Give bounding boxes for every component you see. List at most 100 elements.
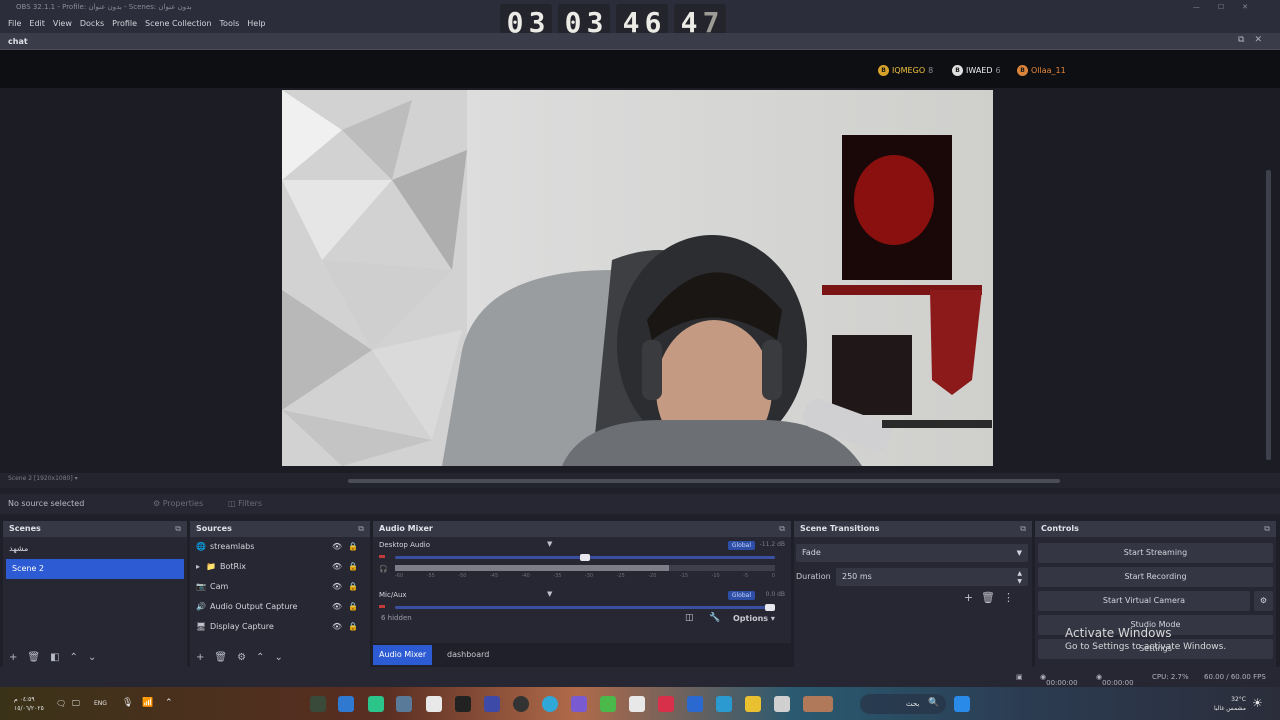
- app-icon-7[interactable]: [484, 696, 500, 712]
- expand-arrow-icon[interactable]: ▸: [196, 557, 206, 577]
- lock-icon[interactable]: 🔒: [348, 577, 358, 597]
- preview-vertical-scrollbar[interactable]: [1266, 170, 1271, 460]
- mute-indicator[interactable]: [379, 555, 385, 558]
- tab-dashboard[interactable]: dashboard: [441, 645, 495, 665]
- lock-icon[interactable]: 🔒: [348, 537, 358, 557]
- layout-icon[interactable]: ◫: [685, 613, 694, 623]
- app-icon-14[interactable]: [687, 696, 703, 712]
- scrollbar-thumb[interactable]: [348, 479, 1060, 483]
- lock-icon[interactable]: 🔒: [348, 557, 358, 577]
- preview-horizontal-scrollbar[interactable]: Scene 2 [1920x1080] ▾: [0, 473, 1280, 488]
- tray-chevron-icon[interactable]: ⌃: [165, 698, 173, 708]
- options-button[interactable]: Options ▾: [733, 614, 775, 623]
- eye-icon[interactable]: 👁: [332, 597, 342, 617]
- app-icon-3[interactable]: [368, 696, 384, 712]
- filters-button[interactable]: ◫ Filters: [228, 499, 262, 508]
- transition-select[interactable]: Fade ▼: [796, 544, 1028, 562]
- scene-item[interactable]: مشهد: [3, 539, 187, 559]
- source-item[interactable]: 📷 Cam 👁 🔒: [190, 577, 370, 597]
- add-scene-button[interactable]: +: [9, 652, 17, 663]
- close-button[interactable]: ✕: [1242, 3, 1266, 11]
- chat-user[interactable]: B IQMEGO 8: [878, 65, 933, 76]
- tab-audio-mixer[interactable]: Audio Mixer: [373, 645, 433, 665]
- transition-menu-button[interactable]: ⋮: [1003, 591, 1022, 604]
- menu-help[interactable]: Help: [243, 15, 269, 33]
- move-down-button[interactable]: ⌄: [88, 652, 96, 663]
- wrench-icon[interactable]: 🔧: [709, 613, 720, 623]
- volume-slider[interactable]: [395, 604, 775, 611]
- move-up-button[interactable]: ⌃: [70, 652, 78, 663]
- file-explorer-icon[interactable]: [745, 696, 761, 712]
- spinner-icon[interactable]: ▲ ▼: [1017, 570, 1022, 586]
- eye-icon[interactable]: 👁: [332, 577, 342, 597]
- volume-slider-knob[interactable]: [765, 604, 775, 611]
- app-icon-1[interactable]: [310, 696, 326, 712]
- eye-icon[interactable]: 👁: [332, 617, 342, 637]
- menu-scene-collection[interactable]: Scene Collection: [141, 15, 216, 33]
- scene-filters-button[interactable]: ◧: [50, 652, 59, 663]
- headphones-icon[interactable]: 🎧: [379, 565, 388, 573]
- remove-transition-button[interactable]: 🗑: [981, 591, 1003, 604]
- notification-icon[interactable]: 🗨: [56, 699, 66, 708]
- app-icon-5[interactable]: [426, 696, 442, 712]
- source-item[interactable]: 🔊 Audio Output Capture 👁 🔒: [190, 597, 370, 617]
- minimize-button[interactable]: —: [1193, 3, 1218, 11]
- channel-menu-dropdown[interactable]: ▼: [547, 540, 552, 548]
- virtual-camera-settings-button[interactable]: ⚙: [1254, 591, 1273, 611]
- chat-user[interactable]: B Ollaa_11: [1017, 65, 1066, 76]
- app-icon-13[interactable]: [658, 696, 674, 712]
- source-item[interactable]: ▸ 📁 BotRix 👁 🔒: [190, 557, 370, 577]
- start-virtual-camera-button[interactable]: Start Virtual Camera: [1038, 591, 1250, 611]
- app-icon-18[interactable]: [803, 696, 833, 712]
- dock-menu-icon[interactable]: ⧉: [1020, 521, 1026, 537]
- taskbar-search[interactable]: بحث 🔍: [860, 694, 946, 714]
- channel-menu-dropdown[interactable]: ▼: [547, 590, 552, 598]
- menu-file[interactable]: File: [4, 15, 25, 33]
- app-icon-15[interactable]: [716, 696, 732, 712]
- remove-source-button[interactable]: 🗑: [214, 652, 227, 663]
- duration-input[interactable]: 250 ms ▲ ▼: [836, 568, 1028, 586]
- app-icon-12[interactable]: [629, 696, 645, 712]
- app-icon-8[interactable]: [513, 696, 529, 712]
- move-up-button[interactable]: ⌃: [256, 652, 264, 663]
- remove-scene-button[interactable]: 🗑: [27, 652, 40, 663]
- edge-icon[interactable]: [542, 696, 558, 712]
- monitor-icon[interactable]: 🖵: [72, 699, 80, 709]
- windows-start-icon[interactable]: [954, 696, 970, 712]
- menu-edit[interactable]: Edit: [25, 15, 49, 33]
- close-icon[interactable]: ✕: [1254, 35, 1272, 45]
- add-transition-button[interactable]: +: [964, 591, 981, 604]
- settings-app-icon[interactable]: [396, 696, 412, 712]
- source-item[interactable]: 🖥 Display Capture 👁 🔒: [190, 617, 370, 637]
- mute-indicator[interactable]: [379, 605, 385, 608]
- eye-icon[interactable]: 👁: [332, 537, 342, 557]
- properties-button[interactable]: ⚙ Properties: [153, 499, 203, 508]
- obs-app-icon[interactable]: [455, 696, 471, 712]
- global-badge[interactable]: Global: [727, 541, 755, 550]
- source-item[interactable]: 🌐 streamlabs 👁 🔒: [190, 537, 370, 557]
- hidden-count[interactable]: 6 hidden: [381, 614, 412, 622]
- global-badge[interactable]: Global: [727, 591, 755, 600]
- menu-docks[interactable]: Docks: [76, 15, 108, 33]
- float-icon[interactable]: ⧉: [1238, 35, 1254, 45]
- dock-menu-icon[interactable]: ⧉: [1264, 521, 1270, 537]
- taskbar-clock[interactable]: ٠٤:٥٩ م ١٥/٠٦/٢٠٢٥: [14, 695, 44, 713]
- menu-profile[interactable]: Profile: [108, 15, 141, 33]
- eye-icon[interactable]: 👁: [332, 557, 342, 577]
- dock-menu-icon[interactable]: ⧉: [358, 521, 364, 537]
- start-streaming-button[interactable]: Start Streaming: [1038, 543, 1273, 563]
- app-icon-11[interactable]: [600, 696, 616, 712]
- start-recording-button[interactable]: Start Recording: [1038, 567, 1273, 587]
- maximize-button[interactable]: ☐: [1218, 3, 1242, 11]
- add-source-button[interactable]: +: [196, 652, 204, 663]
- wifi-icon[interactable]: 📶: [142, 698, 153, 708]
- app-icon-10[interactable]: [571, 696, 587, 712]
- window-controls[interactable]: —☐✕: [1193, 0, 1266, 15]
- move-down-button[interactable]: ⌄: [274, 652, 282, 663]
- dock-menu-icon[interactable]: ⧉: [175, 521, 181, 537]
- mic-icon[interactable]: 🎙: [122, 698, 133, 708]
- weather-widget[interactable]: 32°C مشمس غالبا: [1200, 695, 1246, 713]
- source-settings-button[interactable]: ⚙: [237, 652, 246, 663]
- language-indicator[interactable]: ENG: [94, 700, 107, 707]
- lock-icon[interactable]: 🔒: [348, 597, 358, 617]
